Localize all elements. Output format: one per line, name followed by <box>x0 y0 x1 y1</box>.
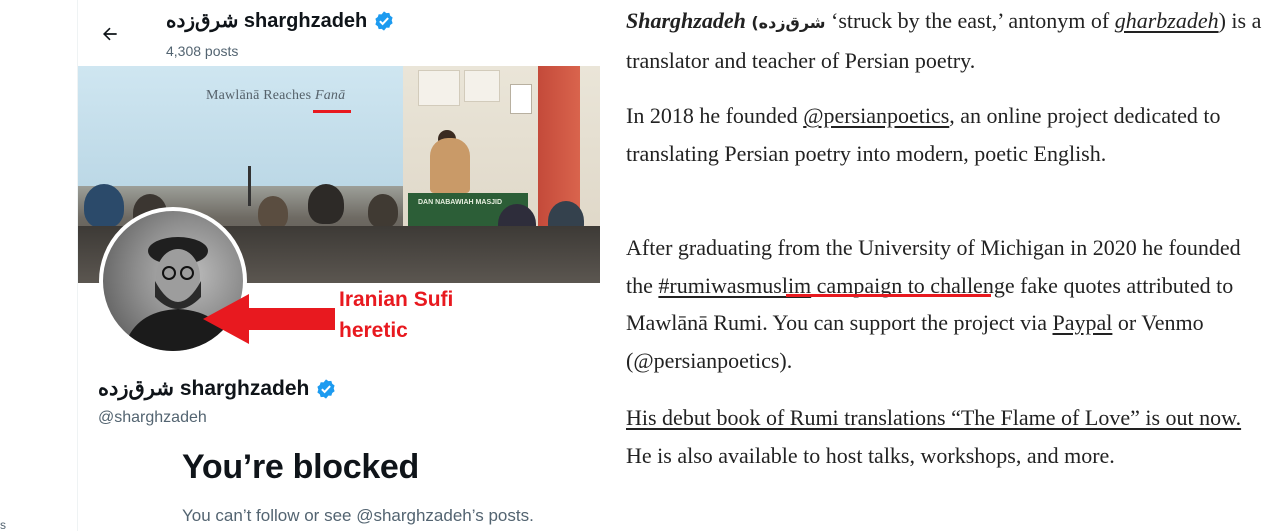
screen-caption: Mawlānā Reaches Fanā <box>206 88 345 104</box>
bio-paragraph-3: After graduating from the University of … <box>626 229 1266 379</box>
bio-text: ‘struck by the east,’ antonym of <box>831 8 1110 33</box>
audience-head <box>308 184 344 224</box>
display-name-text: شرق‌زده sharghzadeh <box>98 377 310 400</box>
author-name-persian: (شرق‌زده <box>751 13 826 32</box>
audience-head <box>258 196 288 230</box>
gharbzadeh-link[interactable]: gharbzadeh <box>1115 8 1219 33</box>
screen-caption-italic: Fanā <box>314 88 346 103</box>
wall-poster <box>464 70 500 102</box>
verified-badge-icon <box>373 10 395 32</box>
wall-sign <box>510 84 532 114</box>
header-name-text: شرق‌زده sharghzadeh <box>166 10 368 32</box>
wall-poster <box>418 70 460 106</box>
audience-head <box>84 184 124 228</box>
post-count: 4,308 posts <box>166 43 239 59</box>
speaker-figure <box>430 138 470 193</box>
camera-tripod <box>248 166 251 206</box>
header-profile-name: شرق‌زده sharghzadeh <box>166 8 395 33</box>
fana-red-underline <box>313 110 351 113</box>
verified-badge-icon <box>315 378 337 400</box>
bio-paragraph-4: His debut book of Rumi translations “The… <box>626 399 1266 474</box>
author-name: Sharghzadeh <box>626 8 746 33</box>
blocked-subtitle: You can’t follow or see @sharghzadeh’s p… <box>182 506 534 525</box>
bio-paragraph-2: In 2018 he founded @persianpoetics, an o… <box>626 97 1270 172</box>
campaign-red-underline <box>786 294 991 297</box>
persianpoetics-link[interactable]: @persianpoetics <box>803 103 949 128</box>
projector-screen: Mawlānā Reaches Fanā <box>78 66 403 186</box>
blocked-title: You’re blocked <box>182 448 420 486</box>
red-arrow-icon <box>203 294 335 344</box>
book-link[interactable]: His debut book of Rumi translations “The… <box>626 405 1241 430</box>
edge-fragment: s <box>0 518 6 531</box>
table-banner-text: DAN NABAWIAH MASJID <box>418 199 502 206</box>
paypal-link[interactable]: Paypal <box>1053 310 1113 335</box>
bio-text: He is also available to host talks, work… <box>626 442 1115 468</box>
profile-handle: @sharghzadeh <box>98 409 207 426</box>
screen-caption-text: Mawlānā Reaches <box>206 88 312 103</box>
back-arrow-icon <box>103 27 117 41</box>
bio-text: In 2018 he founded <box>626 103 798 128</box>
annotation-label: Iranian Sufi heretic <box>339 288 454 342</box>
twitter-profile-panel: s شرق‌زده sharghzadeh 4,308 posts Mawlān… <box>0 0 610 531</box>
back-button[interactable] <box>96 20 124 48</box>
bio-article: Sharghzadeh (شرق‌زده ‘struck by the east… <box>626 0 1270 531</box>
audience-head <box>368 194 398 228</box>
bio-paragraph-1: Sharghzadeh (شرق‌زده ‘struck by the east… <box>626 2 1266 79</box>
profile-display-name: شرق‌زده sharghzadeh <box>98 376 337 401</box>
